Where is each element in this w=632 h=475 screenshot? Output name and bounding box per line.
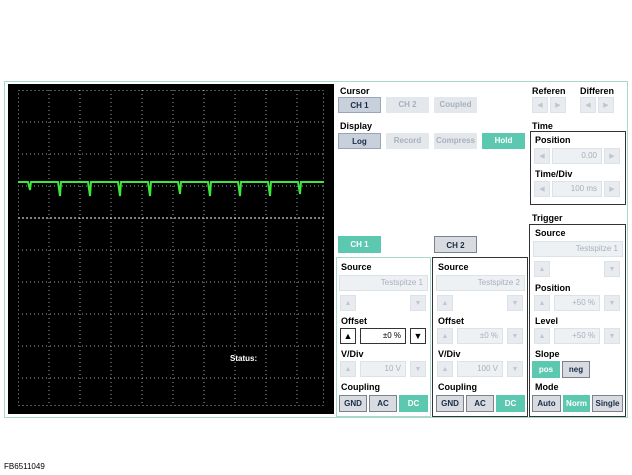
- trigger-level-value: +50 %: [554, 328, 600, 344]
- trigger-slope-label: Slope: [535, 349, 560, 359]
- figure-caption: FB6511049: [4, 462, 45, 471]
- tab-ch2[interactable]: CH 2: [434, 236, 477, 253]
- cursor-ch1-button[interactable]: CH 1: [338, 97, 381, 113]
- ch2-dc-button[interactable]: DC: [496, 395, 525, 412]
- cursor-ch2-button[interactable]: CH 2: [386, 97, 429, 113]
- cursor-title: Cursor: [340, 86, 370, 96]
- trigger-title: Trigger: [532, 213, 563, 223]
- ch2-offset-value: ±0 %: [457, 328, 503, 344]
- display-record-button[interactable]: Record: [386, 133, 429, 149]
- display-title: Display: [340, 121, 373, 131]
- ch1-vdiv-down-icon[interactable]: ▼: [410, 361, 426, 377]
- trigger-source-up-icon[interactable]: ▲: [534, 261, 550, 277]
- trigger-source-label: Source: [535, 228, 566, 238]
- time-position-value: 0,00: [552, 148, 602, 164]
- status-label: Status:: [230, 354, 258, 363]
- ch1-source-down-icon[interactable]: ▼: [410, 295, 426, 311]
- trigger-position-up-icon[interactable]: ▲: [534, 295, 550, 311]
- trigger-level-down-icon[interactable]: ▼: [604, 328, 620, 344]
- display-compress-button[interactable]: Compress: [434, 133, 477, 149]
- time-title: Time: [532, 121, 553, 131]
- ch2-coupling-label: Coupling: [438, 382, 477, 392]
- difference-right-icon[interactable]: ▶: [598, 97, 614, 113]
- ch2-vdiv-label: V/Div: [438, 349, 461, 359]
- ch2-vdiv-value: 100 V: [457, 361, 503, 377]
- reference-right-icon[interactable]: ▶: [550, 97, 566, 113]
- trigger-position-value: +50 %: [554, 295, 600, 311]
- difference-title: Differen: [580, 86, 615, 96]
- ch2-ac-button[interactable]: AC: [466, 395, 494, 412]
- time-position-right-icon[interactable]: ▶: [604, 148, 620, 164]
- ch1-offset-down-icon[interactable]: ▼: [410, 328, 426, 344]
- trigger-slope-neg-button[interactable]: neg: [562, 361, 590, 378]
- reference-left-icon[interactable]: ◀: [532, 97, 548, 113]
- ch2-vdiv-up-icon[interactable]: ▲: [437, 361, 453, 377]
- ch1-coupling-label: Coupling: [341, 382, 380, 392]
- oscilloscope-screen: Status:: [8, 84, 334, 414]
- trigger-slope-pos-button[interactable]: pos: [532, 361, 560, 378]
- ch1-offset-value[interactable]: ±0 %: [360, 328, 406, 344]
- ch1-source-value: Testspitze 1: [339, 275, 428, 291]
- trigger-position-down-icon[interactable]: ▼: [604, 295, 620, 311]
- trigger-source-value: Testspitze 1: [533, 241, 623, 257]
- display-log-button[interactable]: Log: [338, 133, 381, 149]
- trigger-mode-auto-button[interactable]: Auto: [532, 395, 561, 412]
- trigger-level-label: Level: [535, 316, 559, 326]
- cursor-coupled-button[interactable]: Coupled: [434, 97, 477, 113]
- ch1-gnd-button[interactable]: GND: [339, 395, 367, 412]
- scope-grid: [18, 90, 324, 406]
- ch2-vdiv-down-icon[interactable]: ▼: [507, 361, 523, 377]
- ch1-vdiv-label: V/Div: [341, 349, 364, 359]
- ch2-source-up-icon[interactable]: ▲: [437, 295, 453, 311]
- time-div-left-icon[interactable]: ◀: [534, 181, 550, 197]
- tab-ch1[interactable]: CH 1: [338, 236, 381, 253]
- ch2-offset-label: Offset: [438, 316, 465, 326]
- ch1-offset-label: Offset: [341, 316, 368, 326]
- ch2-source-value: Testspitze 2: [436, 275, 525, 291]
- ch2-source-down-icon[interactable]: ▼: [507, 295, 523, 311]
- ch1-vdiv-value: 10 V: [360, 361, 406, 377]
- difference-left-icon[interactable]: ◀: [580, 97, 596, 113]
- ch1-offset-up-icon[interactable]: ▲: [340, 328, 356, 344]
- signal-trace: [18, 181, 324, 197]
- trigger-level-up-icon[interactable]: ▲: [534, 328, 550, 344]
- ch1-ac-button[interactable]: AC: [369, 395, 397, 412]
- trigger-mode-label: Mode: [535, 382, 559, 392]
- time-div-value: 100 ms: [552, 181, 602, 197]
- ch1-source-label: Source: [341, 262, 372, 272]
- ch2-gnd-button[interactable]: GND: [436, 395, 464, 412]
- trigger-mode-norm-button[interactable]: Norm: [563, 395, 590, 412]
- ch2-offset-down-icon[interactable]: ▼: [507, 328, 523, 344]
- time-position-left-icon[interactable]: ◀: [534, 148, 550, 164]
- trigger-source-down-icon[interactable]: ▼: [604, 261, 620, 277]
- ch2-offset-up-icon[interactable]: ▲: [437, 328, 453, 344]
- time-position-label: Position: [535, 135, 571, 145]
- ch1-dc-button[interactable]: DC: [399, 395, 428, 412]
- time-div-label: Time/Div: [535, 169, 573, 179]
- trigger-mode-single-button[interactable]: Single: [592, 395, 623, 412]
- reference-title: Referen: [532, 86, 566, 96]
- ch1-source-up-icon[interactable]: ▲: [340, 295, 356, 311]
- ch2-source-label: Source: [438, 262, 469, 272]
- trigger-position-label: Position: [535, 283, 571, 293]
- time-div-right-icon[interactable]: ▶: [604, 181, 620, 197]
- ch1-vdiv-up-icon[interactable]: ▲: [340, 361, 356, 377]
- display-hold-button[interactable]: Hold: [482, 133, 525, 149]
